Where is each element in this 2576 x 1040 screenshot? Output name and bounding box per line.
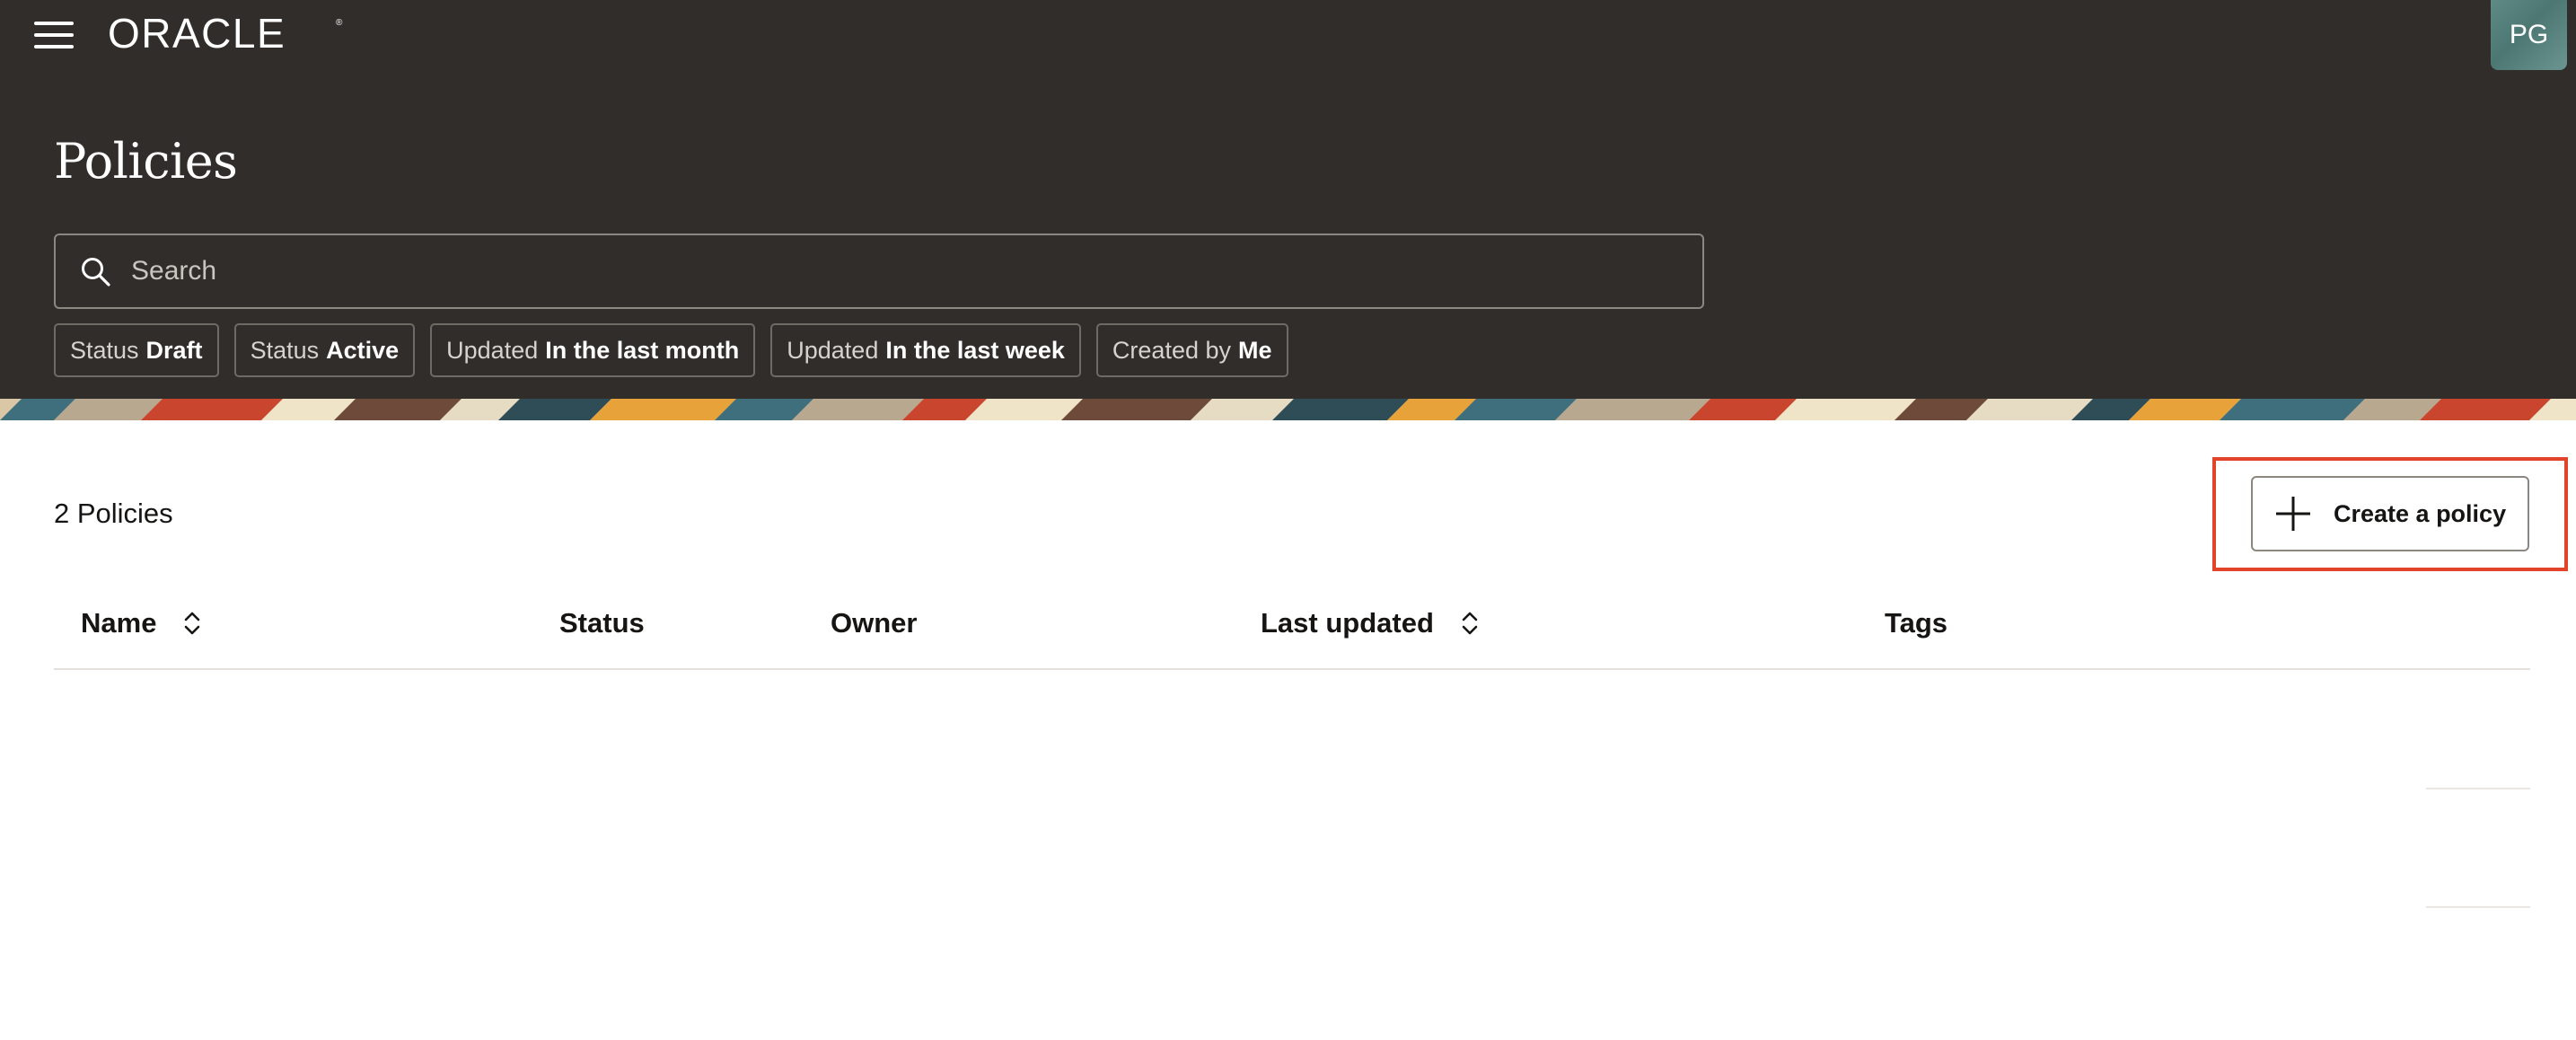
column-header-tags: Tags — [1885, 604, 1947, 643]
filter-chip-updated-last-month[interactable]: Updated In the last month — [430, 323, 756, 377]
row-divider — [2426, 906, 2530, 908]
hamburger-menu-icon[interactable] — [34, 22, 74, 48]
column-label: Owner — [831, 607, 918, 639]
plus-icon — [2276, 497, 2310, 531]
chip-label: Updated — [446, 336, 539, 364]
chip-value: Draft — [145, 336, 203, 364]
chip-value: Me — [1238, 336, 1272, 364]
filter-chip-updated-last-week[interactable]: Updated In the last week — [770, 323, 1081, 377]
column-header-owner: Owner — [831, 604, 917, 643]
sort-arrows-icon[interactable] — [181, 608, 203, 639]
search-icon — [82, 258, 110, 286]
filter-chip-status-draft[interactable]: Status Draft — [54, 323, 219, 377]
policy-count: 2 Policies — [54, 498, 173, 529]
chip-label: Status — [250, 336, 320, 364]
filter-chip-status-active[interactable]: Status Active — [233, 323, 416, 377]
row-divider — [2426, 788, 2530, 789]
sort-arrows-icon[interactable] — [1459, 608, 1481, 639]
svg-text:ORACLE: ORACLE — [108, 11, 286, 56]
svg-text:®: ® — [336, 18, 343, 28]
column-label: Last updated — [1261, 607, 1434, 639]
create-policy-label: Create a policy — [2334, 499, 2507, 527]
chip-label: Status — [70, 336, 139, 364]
chip-label: Updated — [787, 336, 879, 364]
column-header-name[interactable]: Name — [81, 604, 203, 643]
column-label: Status — [559, 607, 645, 639]
search-box[interactable] — [54, 234, 1704, 309]
search-input[interactable] — [131, 235, 1702, 307]
create-policy-button[interactable]: Create a policy — [2251, 476, 2529, 551]
decorative-banner-pattern — [0, 399, 2576, 420]
column-label: Tags — [1885, 607, 1948, 639]
chip-value: Active — [326, 336, 400, 364]
app-header: ORACLE ® PG Policies Status Draft Status… — [0, 0, 2576, 399]
chip-label: Created by — [1112, 336, 1231, 364]
chip-value: In the last month — [545, 336, 740, 364]
policies-table-header: Name Status Owner Last updated Tags — [54, 593, 2530, 670]
oracle-logo: ORACLE ® — [108, 11, 343, 56]
column-label: Name — [81, 607, 157, 639]
chip-value: In the last week — [885, 336, 1065, 364]
column-header-status: Status — [559, 604, 645, 643]
column-header-last-updated[interactable]: Last updated — [1261, 604, 1481, 643]
page-title: Policies — [54, 133, 238, 189]
user-avatar[interactable]: PG — [2491, 0, 2567, 70]
filter-chips: Status Draft Status Active Updated In th… — [54, 323, 1288, 377]
filter-chip-created-by-me[interactable]: Created by Me — [1095, 323, 1288, 377]
